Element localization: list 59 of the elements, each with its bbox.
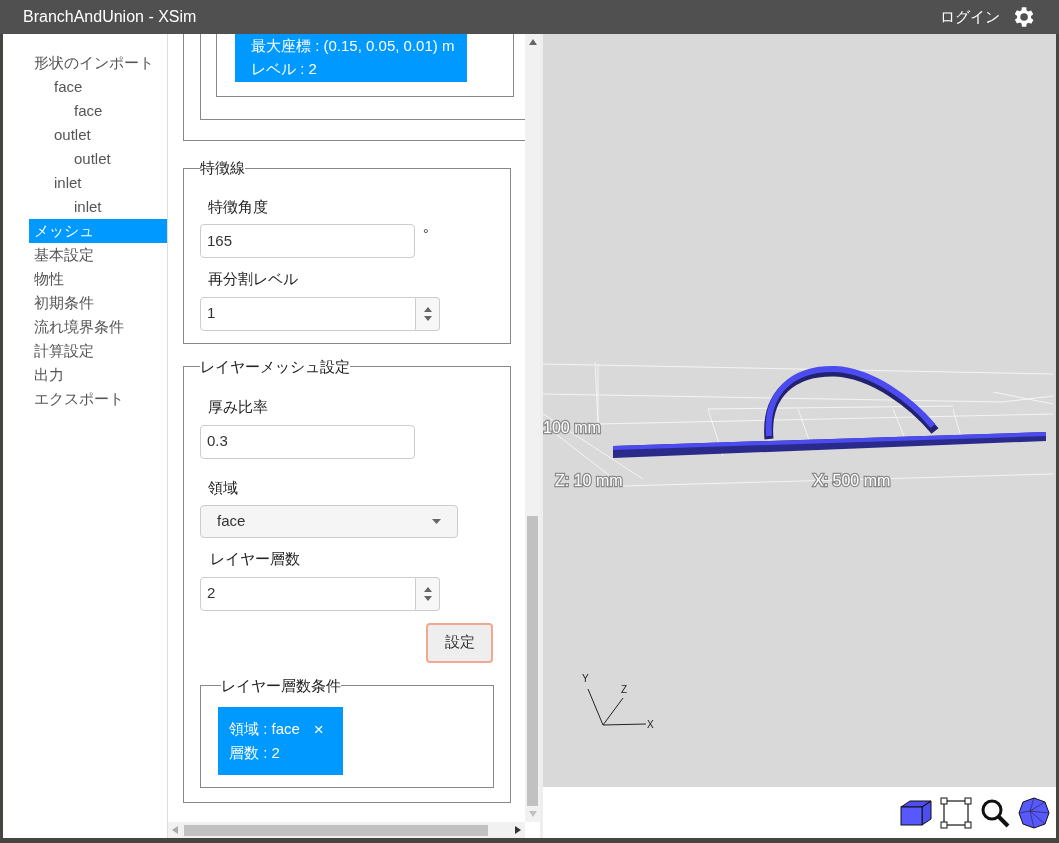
degree-unit: ° [423,225,429,244]
3d-viewport[interactable]: 100 mm Z: 10 mm X: 500 mm Y Z X [543,34,1056,787]
group-legend: レイヤー層数条件 [221,674,341,697]
spin-up-icon[interactable] [423,586,432,592]
fit-frame-icon[interactable] [940,796,972,829]
region-dropdown[interactable]: face [200,505,458,538]
sidebar-item[interactable]: 流れ境界条件 [29,315,167,339]
dimension-label: 100 mm [543,419,601,436]
dimension-label: Z: 10 mm [555,472,623,489]
sidebar-item[interactable]: 形状のインポート [29,51,167,75]
sidebar-item[interactable]: 出力 [29,363,167,387]
sidebar-item[interactable]: face [29,75,167,99]
search-icon[interactable] [980,797,1010,828]
sidebar-item[interactable]: 計算設定 [29,339,167,363]
number-field[interactable]: 1 [200,296,416,331]
sidebar-item[interactable]: エクスポート [29,387,167,411]
field-label: 再分割レベル [208,269,299,289]
polyhedron-icon[interactable] [1018,796,1050,829]
refinement-text: レベル : 2 [251,59,318,79]
set-button[interactable]: 設定 [426,622,493,663]
spin-down-icon[interactable] [423,595,432,601]
sidebar-item[interactable]: inlet [29,195,167,219]
input-field[interactable]: 165 [200,224,415,258]
field-label: 厚み比率 [208,397,269,417]
horizontal-scrollbar[interactable] [168,822,525,838]
scrollbar-thumb[interactable] [527,516,538,806]
scroll-up-icon[interactable] [528,39,537,45]
sidebar-item[interactable]: face [29,99,167,123]
field-label: 特徴角度 [208,196,269,217]
condition-count: 層数 : 2 [229,743,281,763]
sidebar-item[interactable]: 物性 [29,267,167,291]
axis-label: X [647,719,654,730]
login-link[interactable]: ログイン [940,5,1000,29]
window-title: BranchAndUnion - XSim [23,7,198,27]
input-field[interactable]: 0.3 [200,424,415,459]
sidebar-item[interactable]: 初期条件 [29,291,167,315]
sidebar-item[interactable]: 基本設定 [29,243,167,267]
axis-label: Y [582,673,589,684]
group-legend: レイヤーメッシュ設定 [200,355,350,378]
scrollbar-thumb[interactable] [184,824,488,836]
scroll-right-icon[interactable] [515,826,521,834]
condition-region: 領域 : face [229,719,300,739]
dimension-label: X: 500 mm [813,472,891,489]
field-label: 領域 [208,477,239,498]
cube-icon[interactable] [900,798,932,827]
sidebar-item[interactable]: outlet [29,123,167,147]
refinement-text: 最大座標 : (0.15, 0.05, 0.01) m [251,36,456,56]
spin-up-icon[interactable] [423,306,432,312]
caret-icon [432,519,441,524]
spin-down-icon[interactable] [423,315,432,321]
field-label: レイヤー層数 [210,549,301,569]
sidebar-item[interactable]: inlet [29,171,167,195]
group-legend: 特徴線 [200,157,245,180]
spin-buttons[interactable] [416,296,440,331]
number-field[interactable]: 2 [200,576,416,611]
vertical-scrollbar[interactable] [525,34,540,822]
spin-buttons[interactable] [416,576,440,611]
axis-label: Z [621,684,628,695]
sidebar-item[interactable]: outlet [29,147,167,171]
